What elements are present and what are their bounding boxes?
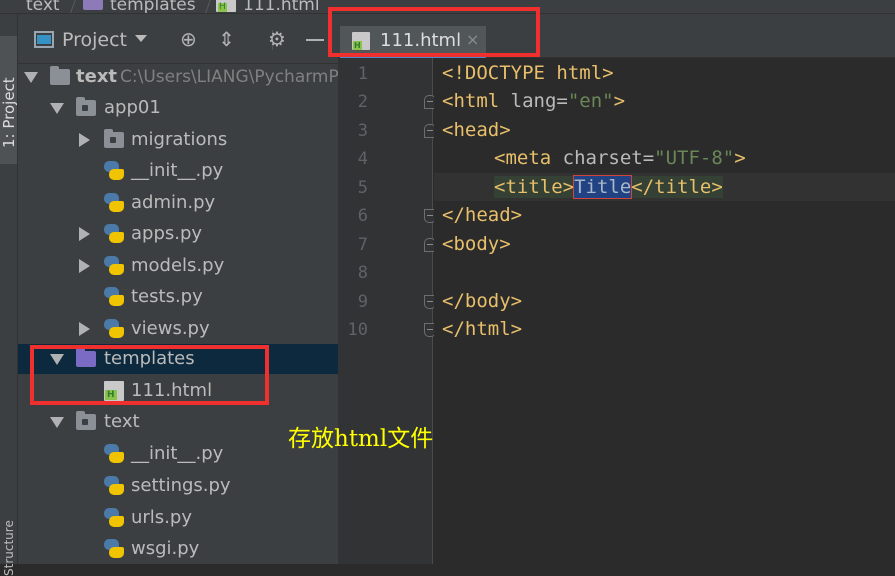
collapse-arrow-icon[interactable] [79, 322, 90, 336]
line-number: 3 [357, 121, 368, 141]
python-file-icon [104, 508, 124, 528]
editor-gutter: 1 2 3 4 5 6 7 8 9 10 [338, 58, 436, 564]
dropdown-caret-icon[interactable] [135, 35, 147, 42]
tree-item[interactable]: wsgi.py [18, 534, 338, 564]
expand-arrow-icon[interactable] [50, 417, 64, 428]
annotation-text: 存放html文件 [288, 426, 434, 452]
code-line: <body> [442, 233, 511, 255]
line-number: 5 [357, 178, 368, 198]
tree-item-label: migrations [131, 129, 228, 150]
breadcrumb-separator [204, 0, 213, 13]
code-line: </head> [442, 204, 523, 226]
line-number: 9 [357, 292, 368, 312]
expand-arrow-icon[interactable] [50, 103, 64, 114]
tree-item[interactable]: tests.py [18, 282, 338, 312]
gear-icon[interactable]: ⚙ [268, 28, 286, 50]
tree-item[interactable]: migrations [18, 125, 338, 155]
tree-item[interactable]: models.py [18, 251, 338, 281]
python-file-icon [104, 193, 124, 213]
line-number: 10 [347, 320, 368, 340]
python-file-icon [104, 256, 124, 276]
python-file-icon [104, 319, 124, 339]
python-file-icon [104, 224, 124, 244]
line-number: 4 [357, 149, 368, 169]
tree-item[interactable]: views.py [18, 314, 338, 344]
tree-item-label: app01 [104, 97, 161, 118]
html-file-icon [216, 0, 236, 12]
python-file-icon [104, 444, 124, 464]
project-tree: text C:\Users\LIANG\PycharmP app01 migra… [18, 64, 338, 564]
code-text: <!DOCTYPE html> [442, 62, 614, 84]
python-file-icon [104, 539, 124, 559]
code-editor[interactable]: <!DOCTYPE html> <html lang="en"> <head> … [434, 58, 895, 564]
line-number: 1 [357, 64, 368, 84]
collapse-icon[interactable]: ⇕ [218, 28, 235, 50]
tree-item[interactable]: admin.py [18, 188, 338, 218]
locate-icon[interactable]: ⊕ [180, 28, 197, 50]
tree-item-label: __init__.py [131, 160, 224, 181]
project-view-selector[interactable]: Project [62, 29, 127, 51]
code-line: <head> [442, 119, 511, 141]
tree-item-label: __init__.py [131, 443, 224, 464]
collapse-arrow-icon[interactable] [79, 227, 90, 241]
tree-item-label: settings.py [131, 475, 231, 496]
tree-item-label: apps.py [131, 223, 203, 244]
highlight-box-templates [30, 345, 269, 405]
project-tool-tab-label: 1: Project [0, 77, 18, 148]
collapse-arrow-icon[interactable] [79, 133, 90, 147]
python-file-icon [104, 287, 124, 307]
line-number: 2 [357, 92, 368, 112]
project-icon [34, 31, 54, 48]
tree-item-label: urls.py [131, 507, 192, 528]
tree-item[interactable]: __init__.py [18, 156, 338, 186]
project-toolbar: Project ⊕ ⇕ ⚙ [18, 14, 338, 64]
code-line: <meta charset="UTF-8"> [494, 147, 746, 169]
package-folder-icon [76, 411, 96, 430]
code-line: <html lang="en"> [442, 90, 626, 112]
package-folder-icon [104, 129, 124, 148]
tree-item-label: views.py [131, 318, 210, 339]
folder-icon [50, 66, 70, 85]
tree-item[interactable]: settings.py [18, 471, 338, 501]
tree-item-label: text [104, 411, 140, 432]
tree-item-label: tests.py [131, 286, 203, 307]
python-file-icon [104, 161, 124, 181]
line-number: 6 [357, 206, 368, 226]
tree-item-label: admin.py [131, 192, 216, 213]
tree-item[interactable]: app01 [18, 93, 338, 123]
tree-item-label: models.py [131, 255, 225, 276]
tree-root-label: text [76, 66, 118, 87]
code-line: </body> [442, 290, 523, 312]
breadcrumb-item-templates[interactable]: templates [110, 0, 196, 13]
code-line-current: <title>Title</title> [434, 173, 895, 201]
tree-root-row[interactable]: text C:\Users\LIANG\PycharmP [18, 64, 338, 92]
hide-icon[interactable] [306, 39, 324, 41]
project-tool-tab[interactable]: 1: Project [0, 36, 18, 164]
tree-item[interactable]: urls.py [18, 503, 338, 533]
structure-tool-tab-label[interactable]: Structure [2, 520, 16, 576]
selected-word: Title [573, 175, 633, 199]
collapse-arrow-icon[interactable] [79, 259, 90, 273]
highlight-box-editor-tab [328, 7, 540, 57]
line-number: 8 [357, 263, 368, 283]
breadcrumb-item-file[interactable]: 111.html [243, 0, 320, 13]
python-file-icon [104, 476, 124, 496]
code-line: <!DOCTYPE html> [442, 59, 895, 87]
tree-item[interactable]: apps.py [18, 219, 338, 249]
line-number: 7 [357, 235, 368, 255]
code-line: </html> [442, 318, 523, 340]
tree-item-label: wsgi.py [131, 538, 200, 559]
tool-window-strip: 1: Project Structure [0, 14, 18, 576]
breadcrumb-item-text[interactable]: text [26, 0, 60, 13]
expand-arrow-icon[interactable] [24, 72, 38, 83]
folder-icon [83, 0, 103, 10]
package-folder-icon [76, 97, 96, 116]
tree-root-path: C:\Users\LIANG\PycharmP [120, 67, 338, 87]
breadcrumb-separator [69, 0, 78, 13]
